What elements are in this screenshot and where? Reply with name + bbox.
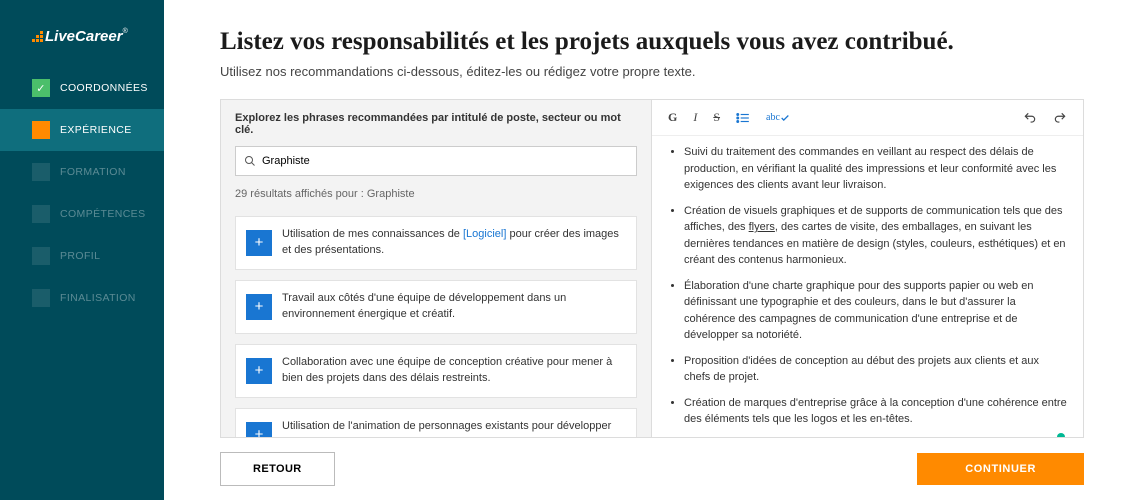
redo-icon — [1053, 111, 1067, 125]
editor-bullet[interactable]: Proposition d'idées de conception au déb… — [684, 353, 1067, 386]
active-step-icon — [32, 121, 50, 139]
sidebar-item-coordonnees[interactable]: ✓ COORDONNÉES — [0, 67, 164, 109]
editor-content[interactable]: Suivi du traitement des commandes en vei… — [652, 136, 1083, 437]
sidebar-item-label: EXPÉRIENCE — [60, 124, 132, 136]
recommendation-card: + Collaboration avec une équipe de conce… — [235, 344, 637, 398]
add-phrase-button[interactable]: + — [246, 294, 272, 320]
strike-button[interactable]: S — [713, 110, 720, 125]
recommendation-text: Travail aux côtés d'une équipe de dévelo… — [282, 281, 636, 333]
search-input-wrapper[interactable] — [235, 146, 637, 176]
add-phrase-button[interactable]: + — [246, 422, 272, 437]
editor-toolbar: G I S abc — [652, 100, 1083, 136]
recommendation-text: Collaboration avec une équipe de concept… — [282, 345, 636, 397]
sidebar-item-competences[interactable]: COMPÉTENCES — [0, 193, 164, 235]
sidebar-item-formation[interactable]: FORMATION — [0, 151, 164, 193]
todo-step-icon — [32, 205, 50, 223]
footer: RETOUR CONTINUER — [220, 438, 1084, 500]
check-icon: ✓ — [32, 79, 50, 97]
add-phrase-button[interactable]: + — [246, 230, 272, 256]
page-title: Listez vos responsabilités et les projet… — [220, 28, 1084, 56]
continue-button[interactable]: CONTINUER — [917, 453, 1084, 485]
bullet-list-button[interactable] — [736, 112, 750, 124]
list-icon — [736, 112, 750, 124]
back-button[interactable]: RETOUR — [220, 452, 335, 486]
italic-button[interactable]: I — [693, 110, 697, 125]
recommendation-text: Utilisation de l'animation de personnage… — [282, 409, 636, 437]
sidebar-item-profil[interactable]: PROFIL — [0, 235, 164, 277]
sidebar-item-label: COMPÉTENCES — [60, 208, 146, 220]
search-input[interactable] — [262, 155, 628, 167]
undo-icon — [1023, 111, 1037, 125]
main-content: Listez vos responsabilités et les projet… — [164, 0, 1140, 500]
sidebar-item-experience[interactable]: EXPÉRIENCE — [0, 109, 164, 151]
recommendation-text: Utilisation de mes connaissances de [Log… — [282, 217, 636, 269]
content-panels: Explorez les phrases recommandées par in… — [220, 99, 1084, 438]
recommendations-panel: Explorez les phrases recommandées par in… — [221, 100, 652, 437]
recommendations-title: Explorez les phrases recommandées par in… — [235, 112, 637, 136]
sidebar-item-label: PROFIL — [60, 250, 100, 262]
sidebar-item-label: FINALISATION — [60, 292, 136, 304]
bold-button[interactable]: G — [668, 110, 677, 125]
undo-button[interactable] — [1023, 111, 1037, 125]
redo-button[interactable] — [1053, 111, 1067, 125]
editor-bullet[interactable]: Création de visuels graphiques et de sup… — [684, 203, 1067, 269]
todo-step-icon — [32, 247, 50, 265]
editor-bullet[interactable]: Suivi du traitement des commandes en vei… — [684, 144, 1067, 194]
editor-panel: G I S abc — [652, 100, 1083, 437]
recommendation-card: + Utilisation de mes connaissances de [L… — [235, 216, 637, 270]
logo-icon — [32, 31, 44, 43]
editor-bullet[interactable]: Élaboration d'une charte graphique pour … — [684, 278, 1067, 344]
recommendation-cards: + Utilisation de mes connaissances de [L… — [221, 212, 651, 437]
page-subtitle: Utilisez nos recommandations ci-dessous,… — [220, 64, 1084, 79]
recommendation-card: + Travail aux côtés d'une équipe de déve… — [235, 280, 637, 334]
todo-step-icon — [32, 289, 50, 307]
todo-step-icon — [32, 163, 50, 181]
recommendation-card: + Utilisation de l'animation de personna… — [235, 408, 637, 437]
sidebar-item-label: COORDONNÉES — [60, 82, 148, 94]
editor-bullet[interactable]: Création de marques d'entreprise grâce à… — [684, 395, 1067, 428]
sidebar-item-finalisation[interactable]: FINALISATION — [0, 277, 164, 319]
status-indicator-icon — [1057, 433, 1065, 438]
check-icon — [780, 113, 790, 123]
logo: LiveCareer® — [0, 28, 164, 67]
sidebar-item-label: FORMATION — [60, 166, 126, 178]
add-phrase-button[interactable]: + — [246, 358, 272, 384]
logo-text: LiveCareer® — [45, 28, 128, 45]
spellcheck-button[interactable]: abc — [766, 112, 790, 123]
sidebar: LiveCareer® ✓ COORDONNÉES EXPÉRIENCE FOR… — [0, 0, 164, 500]
search-icon — [244, 155, 256, 167]
results-count: 29 résultats affichés pour : Graphiste — [235, 188, 637, 200]
